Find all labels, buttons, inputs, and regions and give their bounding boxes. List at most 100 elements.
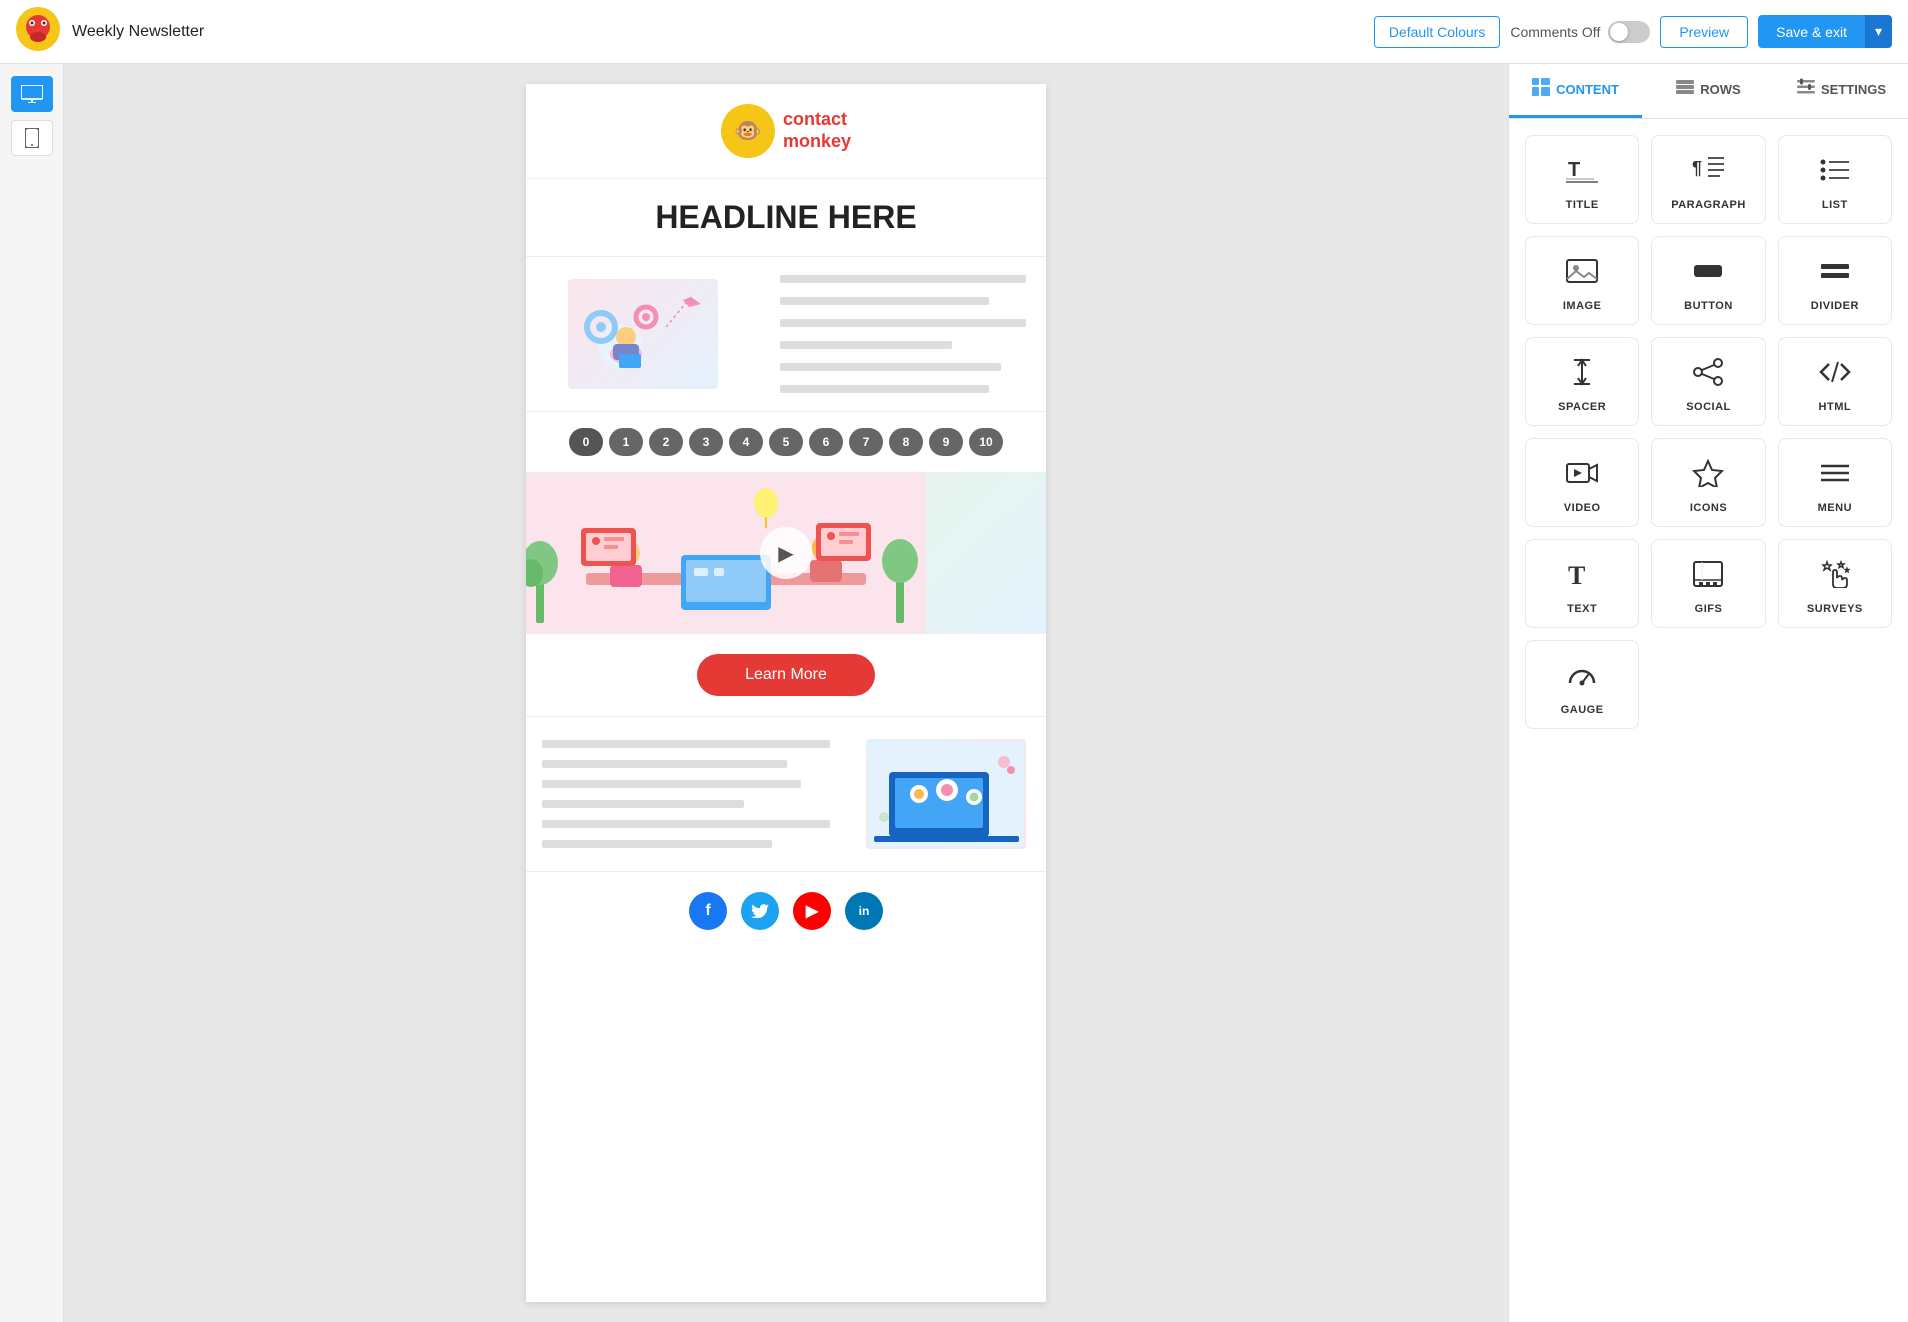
- preview-button[interactable]: Preview: [1660, 16, 1748, 48]
- contactmonkey-logo: 🐵 contact monkey: [721, 104, 851, 158]
- content-item-video[interactable]: VIDEO: [1525, 438, 1639, 527]
- rating-pill-2[interactable]: 2: [649, 428, 683, 456]
- desktop-view-button[interactable]: [11, 76, 53, 112]
- rating-pill-10[interactable]: 10: [969, 428, 1003, 456]
- content-item-text[interactable]: T TEXT: [1525, 539, 1639, 628]
- email-bottom-two-col: [526, 717, 1046, 872]
- social-icon-item: [1692, 358, 1724, 393]
- default-colours-button[interactable]: Default Colours: [1374, 16, 1501, 48]
- rating-pill-7[interactable]: 7: [849, 428, 883, 456]
- divider-icon: [1819, 257, 1851, 292]
- placeholder-line-4: [780, 341, 952, 349]
- image-icon: [1566, 257, 1598, 292]
- list-icon: [1819, 156, 1851, 191]
- content-item-button[interactable]: BUTTON: [1651, 236, 1765, 325]
- placeholder-line-1: [780, 275, 1026, 283]
- button-icon: [1692, 257, 1724, 292]
- learn-more-button[interactable]: Learn More: [697, 654, 875, 696]
- spacer-icon: [1566, 358, 1598, 393]
- spacer-label: SPACER: [1558, 401, 1606, 413]
- text-label: TEXT: [1567, 603, 1597, 615]
- b-line-1: [542, 740, 830, 748]
- save-exit-group: Save & exit ▾: [1758, 15, 1892, 48]
- image-label: IMAGE: [1563, 300, 1602, 312]
- panel-content: T TITLE ¶ PARAGRAPH: [1509, 119, 1908, 1322]
- placeholder-line-2: [780, 297, 989, 305]
- save-exit-button[interactable]: Save & exit: [1758, 15, 1865, 48]
- settings-tab-icon: [1797, 78, 1815, 101]
- content-item-image[interactable]: IMAGE: [1525, 236, 1639, 325]
- rating-pill-6[interactable]: 6: [809, 428, 843, 456]
- title-label: TITLE: [1566, 199, 1599, 211]
- gauge-label: GAUGE: [1561, 704, 1604, 716]
- main-layout: 🐵 contact monkey HEADLINE HERE: [0, 64, 1908, 1322]
- content-item-surveys[interactable]: SURVEYS: [1778, 539, 1892, 628]
- mobile-view-button[interactable]: [11, 120, 53, 156]
- content-item-gifs[interactable]: GIFS: [1651, 539, 1765, 628]
- paragraph-label: PARAGRAPH: [1671, 199, 1746, 211]
- surveys-icon: [1819, 560, 1851, 595]
- email-header: 🐵 contact monkey: [526, 84, 1046, 179]
- email-headline: HEADLINE HERE: [526, 179, 1046, 257]
- content-item-divider[interactable]: DIVIDER: [1778, 236, 1892, 325]
- save-exit-dropdown-button[interactable]: ▾: [1865, 15, 1892, 48]
- content-item-html[interactable]: HTML: [1778, 337, 1892, 426]
- content-item-menu[interactable]: MENU: [1778, 438, 1892, 527]
- email-two-col: [526, 257, 1046, 412]
- list-label: LIST: [1822, 199, 1848, 211]
- email-video[interactable]: ▶: [526, 473, 1046, 634]
- comments-off-label: Comments Off: [1510, 24, 1600, 40]
- bottom-col-text: [526, 717, 846, 871]
- gauge-icon: [1566, 661, 1598, 696]
- rating-pill-0[interactable]: 0: [569, 428, 603, 456]
- gifs-icon: [1692, 560, 1724, 595]
- content-item-gauge[interactable]: GAUGE: [1525, 640, 1639, 729]
- rows-tab-icon: [1676, 80, 1694, 99]
- content-item-spacer[interactable]: SPACER: [1525, 337, 1639, 426]
- content-item-icons[interactable]: ICONS: [1651, 438, 1765, 527]
- b-line-5: [542, 820, 830, 828]
- content-item-list[interactable]: LIST: [1778, 135, 1892, 224]
- topbar: Weekly Newsletter Default Colours Commen…: [0, 0, 1908, 64]
- content-item-paragraph[interactable]: ¶ PARAGRAPH: [1651, 135, 1765, 224]
- tab-content[interactable]: CONTENT: [1509, 64, 1642, 118]
- logo-icon: 🐵: [721, 104, 775, 158]
- content-item-social[interactable]: SOCIAL: [1651, 337, 1765, 426]
- video-icon: [1566, 459, 1598, 494]
- panel-tabs: CONTENT ROWS SETTINGS: [1509, 64, 1908, 119]
- placeholder-line-6: [780, 385, 989, 393]
- surveys-label: SURVEYS: [1807, 603, 1863, 615]
- icons-icon: [1692, 459, 1724, 494]
- b-line-6: [542, 840, 772, 848]
- play-button[interactable]: ▶: [760, 527, 812, 579]
- divider-label: DIVIDER: [1811, 300, 1859, 312]
- placeholder-line-5: [780, 363, 1001, 371]
- tab-settings[interactable]: SETTINGS: [1775, 64, 1908, 118]
- rating-pill-1[interactable]: 1: [609, 428, 643, 456]
- rating-pill-8[interactable]: 8: [889, 428, 923, 456]
- youtube-icon[interactable]: ▶: [793, 892, 831, 930]
- video-label: VIDEO: [1564, 502, 1601, 514]
- twitter-icon[interactable]: [741, 892, 779, 930]
- comments-toggle[interactable]: [1608, 21, 1650, 43]
- content-item-title[interactable]: T TITLE: [1525, 135, 1639, 224]
- b-line-4: [542, 800, 744, 808]
- rating-pill-9[interactable]: 9: [929, 428, 963, 456]
- toggle-knob: [1610, 23, 1628, 41]
- tab-rows[interactable]: ROWS: [1642, 64, 1775, 118]
- right-panel: CONTENT ROWS SETTINGS T: [1508, 64, 1908, 1322]
- facebook-icon[interactable]: f: [689, 892, 727, 930]
- rating-pill-5[interactable]: 5: [769, 428, 803, 456]
- b-line-2: [542, 760, 787, 768]
- title-icon: T: [1566, 156, 1598, 191]
- email-canvas: 🐵 contact monkey HEADLINE HERE: [526, 84, 1046, 1302]
- comments-toggle-area: Comments Off: [1510, 21, 1650, 43]
- linkedin-icon[interactable]: in: [845, 892, 883, 930]
- email-social: f ▶ in: [526, 872, 1046, 950]
- icons-label: ICONS: [1690, 502, 1727, 514]
- placeholder-line-3: [780, 319, 1026, 327]
- rating-pill-4[interactable]: 4: [729, 428, 763, 456]
- rating-pill-3[interactable]: 3: [689, 428, 723, 456]
- col-text: [760, 257, 1046, 411]
- topbar-right: Default Colours Comments Off Preview Sav…: [1374, 15, 1892, 48]
